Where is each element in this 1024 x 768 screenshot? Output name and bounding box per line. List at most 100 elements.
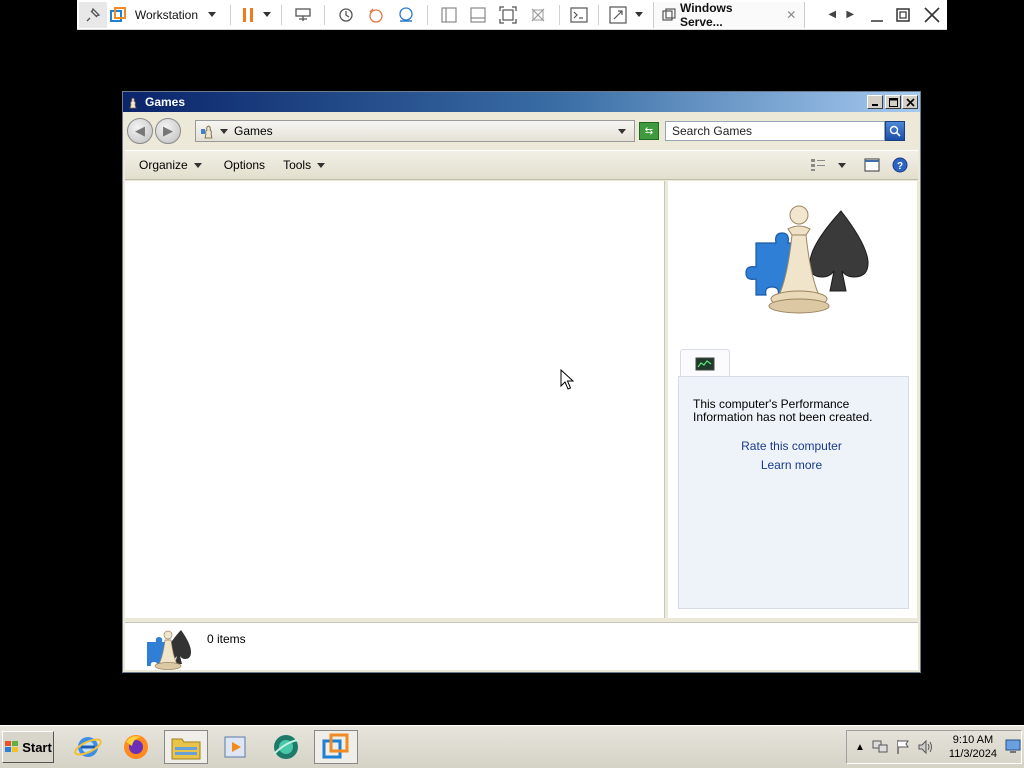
performance-message: This computer's Performance Information … xyxy=(693,397,873,424)
options-button[interactable]: Options xyxy=(224,158,265,172)
show-desktop-icon xyxy=(1005,739,1021,753)
toolbar-divider xyxy=(280,4,282,25)
vm-tab-label: Windows Serve... xyxy=(679,0,733,29)
search-icon xyxy=(889,125,901,137)
unity-icon xyxy=(531,8,545,21)
tab-scroll-right-icon[interactable]: ▶ xyxy=(843,2,857,28)
games-logo-icon xyxy=(745,205,869,314)
close-icon[interactable] xyxy=(917,2,947,28)
start-button[interactable]: Start xyxy=(2,731,54,763)
address-bar[interactable]: Games xyxy=(195,120,635,142)
games-window-icon xyxy=(129,97,137,109)
volume-icon[interactable] xyxy=(917,739,935,755)
show-thumbnail-bar-button[interactable] xyxy=(463,2,493,28)
unity-button[interactable] xyxy=(523,2,553,28)
rate-this-computer-link[interactable]: Rate this computer xyxy=(679,439,904,453)
maximize-icon[interactable] xyxy=(889,2,917,28)
vmware-logo-icon xyxy=(107,2,129,28)
search-button[interactable] xyxy=(885,121,905,141)
address-text[interactable]: Games xyxy=(234,124,273,138)
stretch-guest-button[interactable] xyxy=(605,2,631,28)
taskbar-firefox[interactable] xyxy=(114,730,158,764)
snapshot-manager-button[interactable] xyxy=(391,2,421,28)
workstation-label: Workstation xyxy=(134,7,198,22)
search-placeholder: Search Games xyxy=(672,124,753,138)
toolbar-divider xyxy=(323,4,325,25)
vmware-toolbar: Workstation Windows Serve... ✕ ◀ ▶ xyxy=(77,0,947,30)
workstation-menu[interactable]: Workstation xyxy=(129,2,224,28)
learn-more-link[interactable]: Learn more xyxy=(679,458,904,472)
taskbar-internet-explorer[interactable] xyxy=(66,730,110,764)
tools-menu[interactable]: Tools xyxy=(283,158,329,172)
action-center-flag-icon[interactable] xyxy=(895,739,911,755)
help-button[interactable]: ? xyxy=(892,157,908,173)
network-icon[interactable] xyxy=(871,739,889,755)
views-icon xyxy=(811,159,825,171)
clock[interactable]: 9:10 AM 11/3/2024 xyxy=(949,733,997,761)
toolbar-divider xyxy=(230,4,231,25)
preview-pane-button[interactable] xyxy=(864,158,880,172)
games-list-pane[interactable] xyxy=(125,181,665,618)
title-bar[interactable]: Games xyxy=(123,92,920,112)
keyboard-icon xyxy=(295,7,311,21)
tab-close-icon[interactable]: ✕ xyxy=(786,8,796,22)
pause-menu-chevron-icon[interactable] xyxy=(262,12,271,17)
window-close-button[interactable] xyxy=(902,95,918,109)
revert-snapshot-button[interactable] xyxy=(361,2,391,28)
show-hidden-icons-icon[interactable]: ▲ xyxy=(855,742,865,753)
show-desktop-button[interactable] xyxy=(1005,739,1021,755)
pin-button[interactable] xyxy=(79,1,107,28)
tab-scroll-left-icon[interactable]: ◀ xyxy=(825,2,839,28)
taskbar-media-player[interactable] xyxy=(214,730,258,764)
vm-tab-windows-server[interactable]: Windows Serve... ✕ xyxy=(653,0,806,29)
chevron-down-icon[interactable] xyxy=(838,162,846,168)
pause-button[interactable] xyxy=(237,2,259,28)
snapshot-clock-icon xyxy=(339,7,353,22)
snapshot-button[interactable] xyxy=(331,2,361,28)
stretch-menu-chevron-icon[interactable] xyxy=(635,12,644,17)
windows-logo-icon xyxy=(5,741,19,752)
send-ctrl-alt-del-button[interactable] xyxy=(288,2,318,28)
firefox-icon xyxy=(124,735,148,759)
tools-label: Tools xyxy=(283,158,312,172)
search-input[interactable]: Search Games xyxy=(665,121,885,141)
show-library-button[interactable] xyxy=(434,2,464,28)
toolbar-divider xyxy=(559,4,561,25)
minimize-icon[interactable] xyxy=(865,2,889,28)
back-button[interactable]: ◀ xyxy=(127,118,153,144)
console-view-button[interactable] xyxy=(566,2,592,28)
views-button[interactable] xyxy=(810,158,850,172)
taskbar-app-green[interactable] xyxy=(264,730,308,764)
help-icon: ? xyxy=(892,157,908,173)
refresh-button[interactable]: ⇆ xyxy=(639,122,659,140)
taskbar-vmware[interactable] xyxy=(314,730,358,764)
window-minimize-button[interactable] xyxy=(867,95,883,109)
full-screen-button[interactable] xyxy=(493,2,523,28)
taskbar-explorer[interactable] xyxy=(164,730,208,764)
chevron-down-icon xyxy=(208,12,216,17)
status-bar: 0 items xyxy=(125,622,918,670)
back-arrow-icon: ◀ xyxy=(135,123,145,138)
folder-icon xyxy=(171,738,201,760)
terminal-icon xyxy=(570,6,588,23)
maximize-icon xyxy=(888,97,898,107)
full-screen-icon xyxy=(499,5,517,24)
organize-label: Organize xyxy=(139,158,188,172)
breadcrumb-chevron-icon[interactable] xyxy=(220,128,228,134)
window-title: Games xyxy=(145,95,186,109)
games-explorer-window: Games ◀ ▶ Games ⇆ Search Games Organize xyxy=(122,91,921,673)
options-label: Options xyxy=(223,158,266,172)
games-folder-icon xyxy=(201,125,213,139)
forward-button[interactable]: ▶ xyxy=(155,118,181,144)
performance-monitor-icon xyxy=(695,357,715,370)
window-maximize-button[interactable] xyxy=(885,95,901,109)
stretch-icon xyxy=(609,5,627,24)
vm-tab-icon xyxy=(662,7,676,21)
address-row: ◀ ▶ Games ⇆ Search Games xyxy=(127,116,917,146)
start-label: Start xyxy=(22,739,52,755)
performance-tab[interactable] xyxy=(680,349,730,377)
address-dropdown-icon[interactable] xyxy=(618,128,626,134)
organize-menu[interactable]: Organize xyxy=(139,158,206,172)
clock-time: 9:10 AM xyxy=(952,734,994,746)
thumbnail-bar-icon xyxy=(470,6,487,23)
